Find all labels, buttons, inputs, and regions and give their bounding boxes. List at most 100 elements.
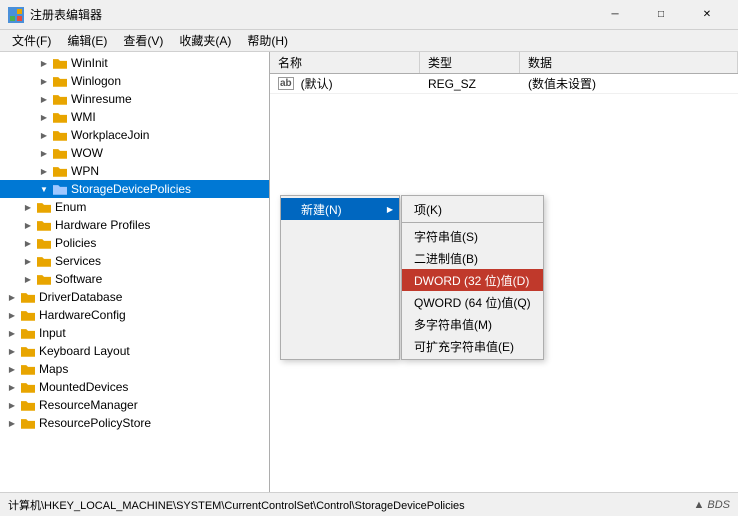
tree-label: Maps [39,362,68,376]
minimize-button[interactable]: ─ [592,0,638,30]
app-icon [8,7,24,23]
submenu-binary[interactable]: 二进制值(B) [402,247,543,269]
folder-icon [52,163,68,179]
expand-software[interactable] [20,271,36,287]
menu-file[interactable]: 文件(F) [4,30,59,51]
expand-winresume[interactable] [36,91,52,107]
menu-view[interactable]: 查看(V) [115,30,171,51]
tree-label: Enum [55,200,86,214]
expand-keyboard-layout[interactable] [4,343,20,359]
tree-item-wow[interactable]: WOW [0,144,269,162]
tree-item-policies[interactable]: Policies [0,234,269,252]
tree-item-wmi[interactable]: WMI [0,108,269,126]
maximize-button[interactable]: □ [638,0,684,30]
tree-item-hardwareconfig[interactable]: HardwareConfig [0,306,269,324]
tree-item-resourcepolicystore[interactable]: ResourcePolicyStore [0,414,269,432]
expand-maps[interactable] [4,361,20,377]
folder-icon [20,325,36,341]
tree-item-driverdatabase[interactable]: DriverDatabase [0,288,269,306]
menu-edit[interactable]: 编辑(E) [59,30,115,51]
folder-icon [20,343,36,359]
window-controls: ─ □ ✕ [592,0,730,30]
tree-label: WMI [71,110,96,124]
folder-icon [20,361,36,377]
tree-label: ResourcePolicyStore [39,416,151,430]
tree-item-services[interactable]: Services [0,252,269,270]
tree-label: WinInit [71,56,108,70]
expand-policies[interactable] [20,235,36,251]
tree-label: Winresume [71,92,132,106]
tree-item-wpn[interactable]: WPN [0,162,269,180]
tree-label: Hardware Profiles [55,218,150,232]
expand-hardwareconfig[interactable] [4,307,20,323]
close-button[interactable]: ✕ [684,0,730,30]
tree-item-enum[interactable]: Enum [0,198,269,216]
submenu-key[interactable]: 项(K) [402,198,543,220]
submenu-expandstring[interactable]: 可扩充字符串值(E) [402,335,543,357]
tree-item-maps[interactable]: Maps [0,360,269,378]
folder-icon [36,235,52,251]
cell-name: ab (默认) [270,75,420,92]
expand-wpn[interactable] [36,163,52,179]
tree-item-workplacejoin[interactable]: WorkplaceJoin [0,126,269,144]
expand-resourcemanager[interactable] [4,397,20,413]
new-menu-item[interactable]: 新建(N) [281,198,399,220]
expand-mounteddevices[interactable] [4,379,20,395]
tree-label: Services [55,254,101,268]
folder-icon [52,181,68,197]
tree-label: Winlogon [71,74,121,88]
submenu-string[interactable]: 字符串值(S) [402,225,543,247]
folder-icon [52,73,68,89]
folder-icon [52,145,68,161]
expand-workplacejoin[interactable] [36,127,52,143]
folder-icon [52,109,68,125]
tree-item-mounteddevices[interactable]: MountedDevices [0,378,269,396]
expand-driverdatabase[interactable] [4,289,20,305]
expand-resourcepolicystore[interactable] [4,415,20,431]
tree-label: DriverDatabase [39,290,122,304]
tree-item-winresume[interactable]: Winresume [0,90,269,108]
folder-icon [20,379,36,395]
tree-item-keyboard-layout[interactable]: Keyboard Layout [0,342,269,360]
folder-icon [36,253,52,269]
status-bar: 计算机\HKEY_LOCAL_MACHINE\SYSTEM\CurrentCon… [0,492,738,516]
tree-label: WPN [71,164,99,178]
expand-storagedevicepolicies[interactable] [36,181,52,197]
tree-item-winlogon[interactable]: Winlogon [0,72,269,90]
table-row[interactable]: ab (默认) REG_SZ (数值未设置) [270,74,738,94]
submenu-dword[interactable]: DWORD (32 位)值(D) [402,269,543,291]
tree-pane: WinInit Winlogon Winresume [0,52,270,492]
tree-item-input[interactable]: Input [0,324,269,342]
tree-item-wininit[interactable]: WinInit [0,54,269,72]
submenu-qword[interactable]: QWORD (64 位)值(Q) [402,291,543,313]
expand-wow[interactable] [36,145,52,161]
folder-icon [20,415,36,431]
tree-item-hardware-profiles[interactable]: Hardware Profiles [0,216,269,234]
cell-data: (数值未设置) [520,75,738,92]
expand-wininit[interactable] [36,55,52,71]
expand-wmi[interactable] [36,109,52,125]
tree-item-storagedevicepolicies[interactable]: StorageDevicePolicies [0,180,269,198]
new-submenu: 项(K) 字符串值(S) 二进制值(B) DWORD (32 位)值(D) QW… [401,195,544,360]
expand-winlogon[interactable] [36,73,52,89]
expand-input[interactable] [4,325,20,341]
col-header-data[interactable]: 数据 [520,52,738,73]
menu-favorites[interactable]: 收藏夹(A) [171,30,239,51]
expand-services[interactable] [20,253,36,269]
tree-scroll[interactable]: WinInit Winlogon Winresume [0,52,269,492]
folder-icon [20,289,36,305]
expand-enum[interactable] [20,199,36,215]
folder-icon [20,307,36,323]
menu-bar: 文件(F) 编辑(E) 查看(V) 收藏夹(A) 帮助(H) [0,30,738,52]
reg-type-icon: ab [278,77,294,90]
submenu-multistring[interactable]: 多字符串值(M) [402,313,543,335]
tree-label: Keyboard Layout [39,344,130,358]
col-header-name[interactable]: 名称 [270,52,420,73]
menu-help[interactable]: 帮助(H) [239,30,296,51]
tree-item-resourcemanager[interactable]: ResourceManager [0,396,269,414]
folder-icon [36,217,52,233]
tree-item-software[interactable]: Software [0,270,269,288]
expand-hardware-profiles[interactable] [20,217,36,233]
tree-label: MountedDevices [39,380,128,394]
col-header-type[interactable]: 类型 [420,52,520,73]
